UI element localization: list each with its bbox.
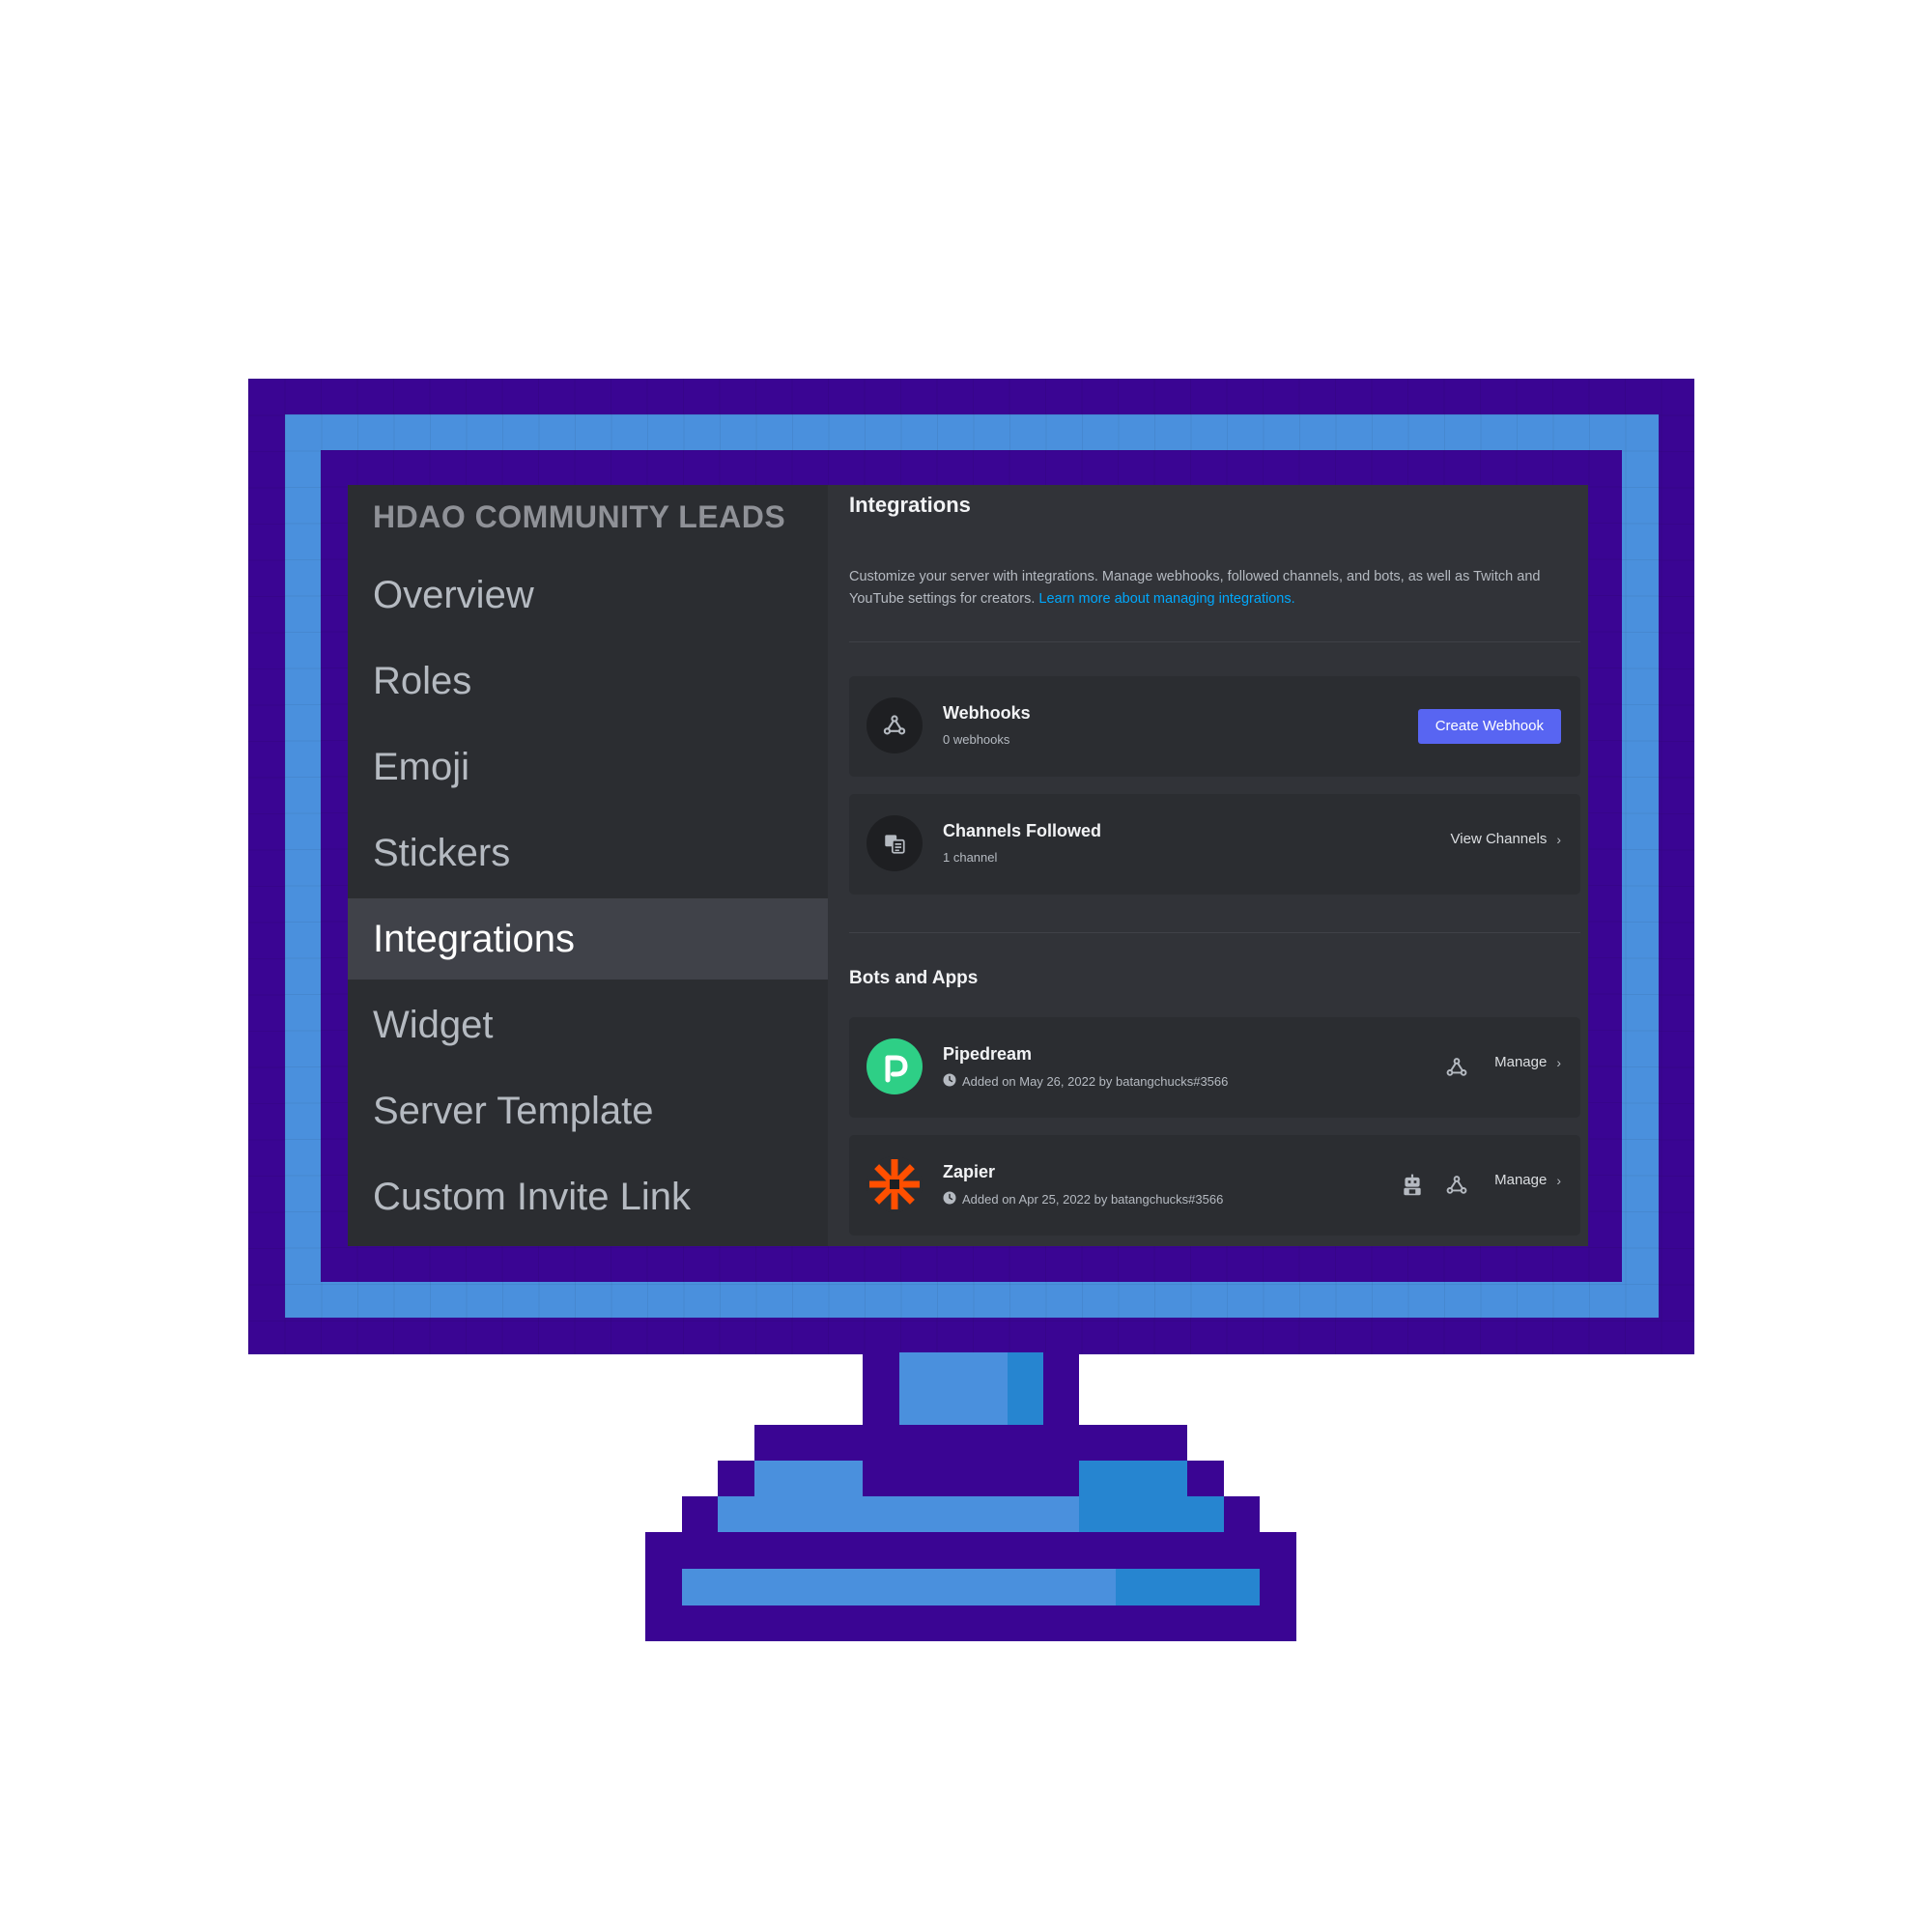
- integrations-content: Integrations Customize your server with …: [828, 485, 1588, 1246]
- bot-added-info: Added on May 26, 2022 by batangchucks#35…: [943, 1073, 1228, 1090]
- sidebar-item-integrations[interactable]: Integrations: [348, 898, 828, 980]
- sidebar-item-roles[interactable]: Roles: [348, 640, 828, 722]
- bot-added-text: Added on May 26, 2022 by batangchucks#35…: [962, 1074, 1229, 1089]
- manage-label: Manage: [1494, 1172, 1548, 1188]
- page-title: Integrations: [849, 493, 971, 517]
- bot-added-info: Added on Apr 25, 2022 by batangchucks#35…: [943, 1191, 1223, 1208]
- channels-followed-count: 1 channel: [943, 850, 998, 865]
- bot-added-text: Added on Apr 25, 2022 by batangchucks#35…: [962, 1192, 1224, 1207]
- bot-name: Zapier: [943, 1162, 996, 1181]
- webhook-icon[interactable]: [1441, 1170, 1472, 1201]
- webhooks-count: 0 webhooks: [943, 732, 1010, 747]
- webhook-icon[interactable]: [1441, 1052, 1472, 1083]
- divider-bots: [849, 932, 1580, 933]
- sidebar-item-overview[interactable]: Overview: [348, 554, 828, 636]
- server-name: HDAO COMMUNITY LEADS: [373, 499, 786, 534]
- clock-icon: [943, 1191, 956, 1208]
- bot-name: Pipedream: [943, 1044, 1033, 1064]
- sidebar-item-stickers[interactable]: Stickers: [348, 812, 828, 894]
- pipedream-logo: [867, 1038, 923, 1094]
- view-channels-label: View Channels: [1450, 831, 1548, 847]
- webhooks-card[interactable]: Webhooks 0 webhooks Create Webhook: [849, 676, 1580, 777]
- create-webhook-button[interactable]: Create Webhook: [1417, 709, 1561, 744]
- sidebar-item-widget[interactable]: Widget: [348, 984, 828, 1065]
- webhooks-title: Webhooks: [943, 703, 1031, 723]
- sidebar-item-emoji[interactable]: Emoji: [348, 726, 828, 808]
- bot-icon[interactable]: [1397, 1170, 1428, 1201]
- divider-top: [849, 641, 1580, 642]
- page-description: Customize your server with integrations.…: [849, 566, 1583, 611]
- channels-followed-card[interactable]: Channels Followed 1 channel View Channel…: [849, 794, 1580, 895]
- learn-more-link[interactable]: Learn more about managing integrations.: [1038, 591, 1294, 607]
- chevron-right-icon: ›: [1556, 1172, 1561, 1188]
- bot-card-zapier[interactable]: Zapier Added on Apr 25, 2022 by batangch…: [849, 1135, 1580, 1236]
- view-channels-button[interactable]: View Channels ›: [1451, 831, 1561, 847]
- channels-followed-title: Channels Followed: [943, 821, 1102, 840]
- chevron-right-icon: ›: [1556, 1054, 1561, 1070]
- sidebar-item-custom-invite-link[interactable]: Custom Invite Link: [348, 1156, 828, 1237]
- manage-button[interactable]: Manage ›: [1494, 1054, 1561, 1070]
- manage-button[interactable]: Manage ›: [1494, 1172, 1561, 1188]
- chevron-right-icon: ›: [1556, 831, 1561, 847]
- manage-label: Manage: [1494, 1054, 1548, 1070]
- illustration-canvas: HDAO COMMUNITY LEADS Overview Roles Emoj…: [0, 0, 1932, 1932]
- webhook-icon: [867, 697, 923, 753]
- channel-follow-icon: [867, 815, 923, 871]
- bot-card-pipedream[interactable]: Pipedream Added on May 26, 2022 by batan…: [849, 1017, 1580, 1118]
- zapier-logo: [867, 1156, 923, 1212]
- bots-section-title: Bots and Apps: [849, 968, 979, 988]
- sidebar-item-server-template[interactable]: Server Template: [348, 1070, 828, 1151]
- clock-icon: [943, 1073, 956, 1090]
- discord-settings-screen: HDAO COMMUNITY LEADS Overview Roles Emoj…: [348, 485, 1588, 1246]
- settings-sidebar: HDAO COMMUNITY LEADS Overview Roles Emoj…: [348, 485, 828, 1246]
